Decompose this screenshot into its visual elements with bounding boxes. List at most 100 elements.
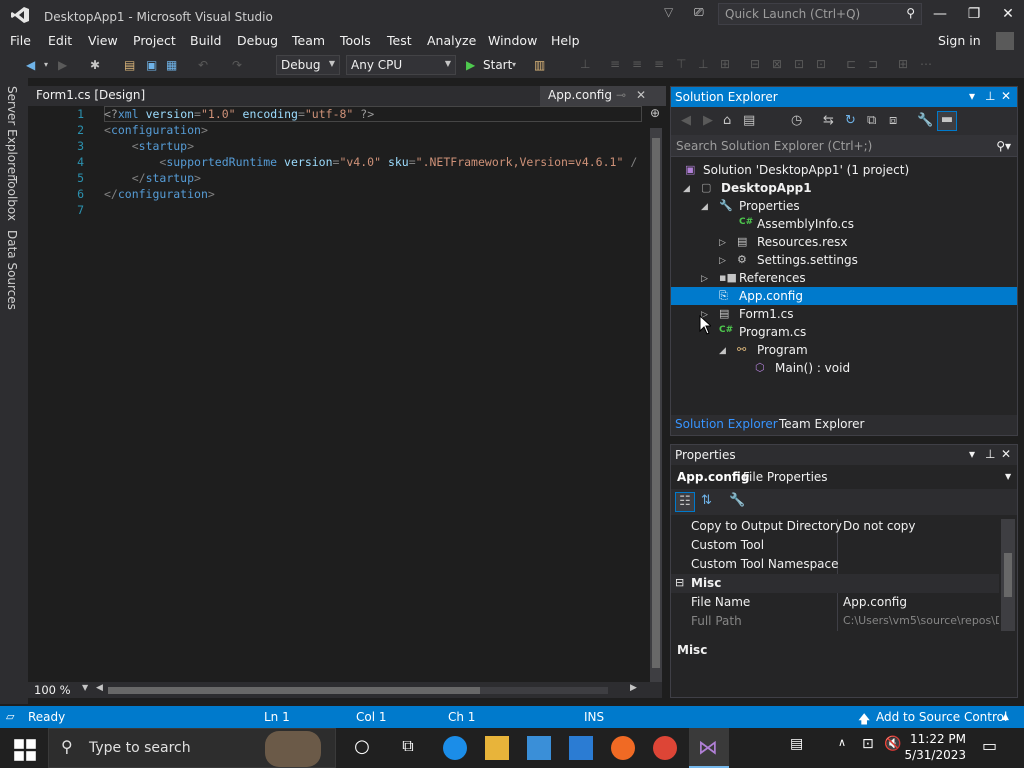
show-all-files-icon[interactable]: ⧈ bbox=[889, 113, 897, 128]
search-icon[interactable]: ⚲ bbox=[906, 6, 915, 20]
expanded-arrow-icon[interactable]: ◢ bbox=[701, 202, 708, 212]
open-file-icon[interactable]: ▤ bbox=[124, 57, 135, 73]
start-play-icon[interactable]: ▶ bbox=[466, 57, 475, 73]
notification-filter-icon[interactable]: ▽ bbox=[664, 5, 673, 19]
show-hidden-icons-chevron-icon[interactable]: ∧ bbox=[838, 736, 862, 760]
menu-test[interactable]: Test bbox=[387, 33, 412, 48]
collapse-category-icon[interactable]: ⊟ bbox=[675, 576, 684, 589]
property-row[interactable]: File Name App.config bbox=[671, 593, 999, 612]
horizontal-spacing-icon[interactable]: ⊟ bbox=[750, 57, 760, 71]
property-row[interactable]: Custom Tool bbox=[671, 536, 999, 555]
quick-launch-input[interactable]: Quick Launch (Ctrl+Q) ⚲ bbox=[718, 3, 922, 25]
firefox-icon[interactable] bbox=[611, 736, 635, 760]
save-icon[interactable]: ▣ bbox=[146, 57, 157, 73]
align-middles-icon[interactable]: ⊤ bbox=[676, 57, 686, 71]
home-icon[interactable]: ⌂ bbox=[723, 113, 731, 128]
tab-team-explorer[interactable]: Team Explorer bbox=[779, 417, 865, 431]
sign-in-link[interactable]: Sign in bbox=[938, 33, 981, 48]
tab-form1-design[interactable]: Form1.cs [Design] bbox=[28, 86, 153, 106]
menu-edit[interactable]: Edit bbox=[48, 33, 72, 48]
menu-analyze[interactable]: Analyze bbox=[427, 33, 476, 48]
property-pages-wrench-icon[interactable]: 🔧 bbox=[729, 493, 745, 508]
restore-button[interactable]: ❐ bbox=[966, 6, 982, 22]
account-avatar-icon[interactable] bbox=[996, 32, 1014, 50]
window-position-icon[interactable]: ▾ bbox=[969, 447, 975, 461]
menu-tools[interactable]: Tools bbox=[340, 33, 371, 48]
vertical-scrollbar[interactable] bbox=[650, 128, 662, 688]
network-icon[interactable]: ⊡ bbox=[862, 736, 886, 760]
bring-to-front-icon[interactable]: ⊏ bbox=[846, 57, 856, 71]
save-all-icon[interactable]: ▦ bbox=[166, 57, 177, 73]
tab-solution-explorer[interactable]: Solution Explorer bbox=[675, 417, 778, 431]
close-icon[interactable]: ✕ bbox=[1001, 89, 1011, 103]
taskbar-search-box[interactable]: ⚲ Type to search bbox=[48, 728, 336, 768]
expanded-arrow-icon[interactable]: ◢ bbox=[719, 346, 726, 356]
scroll-right-icon[interactable]: ▶ bbox=[630, 683, 637, 693]
align-lefts-icon[interactable]: ⊥ bbox=[580, 57, 590, 71]
menu-help[interactable]: Help bbox=[551, 33, 580, 48]
property-row[interactable]: Custom Tool Namespace bbox=[671, 555, 999, 574]
property-value[interactable]: C:\Users\vm5\source\repos\D bbox=[843, 614, 999, 627]
properties-wrench-icon[interactable]: 🔧 bbox=[917, 113, 933, 128]
microsoft-store-icon[interactable] bbox=[527, 736, 551, 760]
menu-window[interactable]: Window bbox=[488, 33, 537, 48]
tree-item-properties[interactable]: Properties bbox=[739, 199, 800, 213]
tree-item-app-config[interactable]: App.config bbox=[739, 289, 803, 303]
task-view-icon[interactable]: ⧉ bbox=[396, 736, 420, 760]
collapsed-arrow-icon[interactable]: ▷ bbox=[719, 256, 726, 266]
align-tops-icon[interactable]: ≡ bbox=[654, 57, 664, 71]
preview-selected-items-icon[interactable]: ▬ bbox=[937, 111, 957, 131]
back-dropdown-icon[interactable]: ▾ bbox=[44, 57, 48, 73]
data-sources-tab[interactable]: Data Sources bbox=[5, 230, 19, 310]
auto-hide-pin-icon[interactable]: ⊥ bbox=[985, 447, 995, 461]
notification-center-icon[interactable]: ▭ bbox=[982, 736, 1006, 760]
tree-item-assemblyinfo[interactable]: AssemblyInfo.cs bbox=[757, 217, 854, 231]
property-row[interactable]: Copy to Output Directory Do not copy bbox=[671, 517, 999, 536]
property-value[interactable]: Do not copy bbox=[843, 519, 999, 533]
taskbar-clock[interactable]: 11:22 PM 5/31/2023 bbox=[904, 731, 966, 763]
properties-scrollbar[interactable] bbox=[1001, 519, 1015, 631]
mail-icon[interactable] bbox=[569, 736, 593, 760]
solution-configuration-dropdown[interactable]: Debug ▼ bbox=[276, 55, 340, 75]
news-widget-icon[interactable]: ▤ bbox=[790, 736, 814, 760]
window-position-icon[interactable]: ▾ bbox=[969, 89, 975, 103]
start-dropdown-icon[interactable]: ▾ bbox=[512, 57, 516, 73]
new-project-icon[interactable]: ✱ bbox=[90, 57, 100, 73]
tree-item-references[interactable]: References bbox=[739, 271, 806, 285]
object-selector-dropdown[interactable]: App.config File Properties ▼ bbox=[671, 467, 1017, 487]
align-centers-icon[interactable]: ≡ bbox=[610, 57, 620, 71]
browser-link-icon[interactable]: ▥ bbox=[534, 57, 545, 73]
edge-browser-icon[interactable] bbox=[443, 736, 467, 760]
scrollbar-thumb[interactable] bbox=[652, 138, 660, 668]
tree-item-project[interactable]: DesktopApp1 bbox=[721, 181, 812, 195]
tab-app-config[interactable]: App.config ⊸ ✕ bbox=[540, 86, 666, 106]
solution-platform-dropdown[interactable]: Any CPU ▼ bbox=[346, 55, 456, 75]
minimize-button[interactable]: — bbox=[932, 6, 948, 22]
split-window-icon[interactable]: ⊕ bbox=[648, 106, 662, 124]
menu-team[interactable]: Team bbox=[292, 33, 325, 48]
scrollbar-thumb[interactable] bbox=[108, 687, 480, 694]
feedback-icon[interactable]: ⎚ bbox=[694, 5, 704, 20]
toolbar-options-icon[interactable]: ⋯ bbox=[920, 57, 932, 71]
tree-item-program-class[interactable]: Program bbox=[757, 343, 808, 357]
menu-build[interactable]: Build bbox=[190, 33, 221, 48]
property-row-readonly[interactable]: Full Path C:\Users\vm5\source\repos\D bbox=[671, 612, 999, 631]
start-button[interactable]: Start bbox=[483, 57, 512, 73]
center-vertically-icon[interactable]: ⊡ bbox=[816, 57, 826, 71]
solution-explorer-search-input[interactable]: Search Solution Explorer (Ctrl+;) ⚲▾ bbox=[671, 135, 1017, 157]
forward-icon[interactable]: ▶ bbox=[58, 57, 67, 73]
scroll-left-icon[interactable]: ◀ bbox=[96, 683, 103, 693]
cortana-icon[interactable]: ○ bbox=[350, 736, 374, 760]
scrollbar-thumb[interactable] bbox=[1004, 553, 1012, 597]
menu-view[interactable]: View bbox=[88, 33, 118, 48]
switch-views-icon[interactable]: ▤ bbox=[743, 113, 755, 128]
expanded-arrow-icon[interactable]: ◢ bbox=[683, 184, 690, 194]
toolbox-tab[interactable]: Toolbox bbox=[5, 176, 19, 221]
chrome-icon[interactable] bbox=[653, 736, 677, 760]
send-to-back-icon[interactable]: ⊐ bbox=[868, 57, 878, 71]
menu-debug[interactable]: Debug bbox=[237, 33, 278, 48]
windows-start-icon[interactable] bbox=[13, 738, 37, 762]
collapsed-arrow-icon[interactable]: ▷ bbox=[701, 274, 708, 284]
close-button[interactable]: ✕ bbox=[1000, 6, 1016, 22]
align-rights-icon[interactable]: ≡ bbox=[632, 57, 642, 71]
